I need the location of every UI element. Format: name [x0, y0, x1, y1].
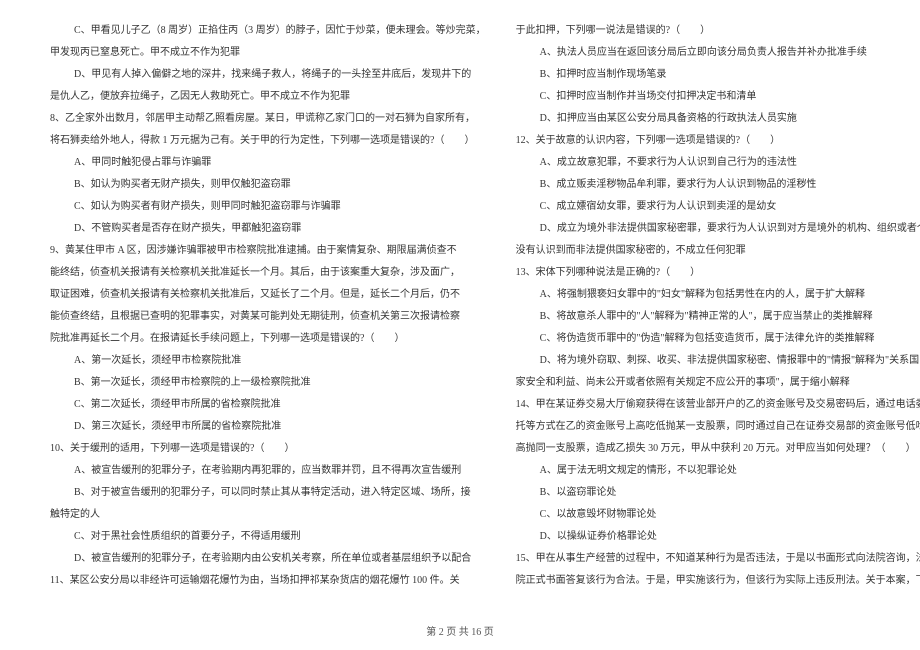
- text-line: C、甲看见儿子乙（8 周岁）正掐住丙（3 周岁）的脖子，因忙于炒菜，便未理会。等…: [50, 20, 486, 42]
- text-line: A、第一次延长，须经甲市检察院批准: [50, 350, 486, 372]
- text-line: D、以操纵证券价格罪论处: [516, 526, 920, 548]
- text-line: 托等方式在乙的资金账号上高吃低抛某一支股票，同时通过自己在证券交易部的资金账号低…: [516, 416, 920, 438]
- text-line: 院正式书面答复该行为合法。于是，甲实施该行为，但该行为实际上违反刑法。关于本案，…: [516, 570, 920, 592]
- text-line: A、被宣告缓刑的犯罪分子，在考验期内再犯罪的，应当数罪并罚，且不得再次宣告缓刑: [50, 460, 486, 482]
- text-line: C、如认为购买者有财产损失，则甲同时触犯盗窃罪与诈骗罪: [50, 196, 486, 218]
- text-line: D、成立为境外非法提供国家秘密罪，要求行为人认识到对方是境外的机构、组织或者个人…: [516, 218, 920, 240]
- text-line: C、成立嫖宿幼女罪，要求行为人认识到卖淫的是幼女: [516, 196, 920, 218]
- text-line: D、第三次延长，须经甲市所属的省检察院批准: [50, 416, 486, 438]
- text-line: B、以盗窃罪论处: [516, 482, 920, 504]
- text-line: 15、甲在从事生产经营的过程中，不知道某种行为是否违法，于是以书面形式向法院咨询…: [516, 548, 920, 570]
- text-line: 8、乙全家外出数月，邻居甲主动帮乙照看房屋。某日，甲谎称乙家门口的一对石狮为自家…: [50, 108, 486, 130]
- text-line: C、将伪造货币罪中的"伪造"解释为包括变造货币，属于法律允许的类推解释: [516, 328, 920, 350]
- text-line: 于此扣押，下列哪一说法是错误的?（ ）: [516, 20, 920, 42]
- text-line: B、将故意杀人罪中的"人"解释为"精神正常的人"，属于应当禁止的类推解释: [516, 306, 920, 328]
- text-line: A、将强制猥亵妇女罪中的"妇女"解释为包括男性在内的人，属于扩大解释: [516, 284, 920, 306]
- text-line: 能侦查终结，且根据已查明的犯罪事实，对黄某可能判处无期徒刑，侦查机关第三次报请检…: [50, 306, 486, 328]
- text-line: B、如认为购买者无财产损失，则甲仅触犯盗窃罪: [50, 174, 486, 196]
- text-line: 没有认识到而非法提供国家秘密的，不成立任何犯罪: [516, 240, 920, 262]
- text-line: 家安全和利益、尚未公开或者依照有关规定不应公开的事项"，属于缩小解释: [516, 372, 920, 394]
- text-line: C、对于黑社会性质组织的首要分子，不得适用缓刑: [50, 526, 486, 548]
- text-line: 11、某区公安分局以非经许可运输烟花爆竹为由，当场扣押祁某杂货店的烟花爆竹 10…: [50, 570, 486, 592]
- text-line: C、以故意毁坏财物罪论处: [516, 504, 920, 526]
- text-line: 14、甲在某证券交易大厅偷窥获得在该营业部开户的乙的资金账号及交易密码后，通过电…: [516, 394, 920, 416]
- text-line: A、属于法无明文规定的情形，不以犯罪论处: [516, 460, 920, 482]
- text-line: 取证困难，侦查机关报请有关检察机关批准后，又延长了二个月。但是，延长二个月后，仍…: [50, 284, 486, 306]
- page-footer: 第 2 页 共 16 页: [0, 623, 920, 638]
- text-line: D、将为境外窃取、刺探、收买、非法提供国家秘密、情报罪中的"情报"解释为"关系国: [516, 350, 920, 372]
- right-column: 于此扣押，下列哪一说法是错误的?（ ）A、执法人员应当在返回该分局后立即向该分局…: [516, 20, 920, 620]
- page-body: C、甲看见儿子乙（8 周岁）正掐住丙（3 周岁）的脖子，因忙于炒菜，便未理会。等…: [0, 0, 920, 650]
- left-column: C、甲看见儿子乙（8 周岁）正掐住丙（3 周岁）的脖子，因忙于炒菜，便未理会。等…: [50, 20, 486, 620]
- text-line: 是仇人乙，便放弃拉绳子，乙因无人救助死亡。甲不成立不作为犯罪: [50, 86, 486, 108]
- text-line: A、执法人员应当在返回该分局后立即向该分局负责人报告并补办批准手续: [516, 42, 920, 64]
- text-line: 将石狮卖给外地人，得款 1 万元据为己有。关于甲的行为定性，下列哪一选项是错误的…: [50, 130, 486, 152]
- text-line: C、第二次延长，须经甲市所属的省检察院批准: [50, 394, 486, 416]
- text-line: B、扣押时应当制作现场笔录: [516, 64, 920, 86]
- text-line: 10、关于缓刑的适用，下列哪一选项是错误的?（ ）: [50, 438, 486, 460]
- text-line: A、成立故意犯罪，不要求行为人认识到自己行为的违法性: [516, 152, 920, 174]
- text-line: D、被宣告缓刑的犯罪分子，在考验期内由公安机关考察，所在单位或者基层组织予以配合: [50, 548, 486, 570]
- text-line: 院批准再延长二个月。在报请延长手续问题上，下列哪一选项是错误的?（ ）: [50, 328, 486, 350]
- text-line: C、扣押时应当制作并当场交付扣押决定书和清单: [516, 86, 920, 108]
- text-line: D、扣押应当由某区公安分局具备资格的行政执法人员实施: [516, 108, 920, 130]
- text-line: 9、黄某住甲市 A 区，因涉嫌诈骗罪被甲市检察院批准逮捕。由于案情复杂、期限届满…: [50, 240, 486, 262]
- text-line: 12、关于故意的认识内容，下列哪一选项是错误的?（ ）: [516, 130, 920, 152]
- text-line: 甲发现丙已窒息死亡。甲不成立不作为犯罪: [50, 42, 486, 64]
- text-line: B、第一次延长，须经甲市检察院的上一级检察院批准: [50, 372, 486, 394]
- text-line: D、甲见有人掉入偏僻之地的深井，找来绳子救人，将绳子的一头拴至井底后，发现井下的: [50, 64, 486, 86]
- text-line: 触特定的人: [50, 504, 486, 526]
- text-line: B、对于被宣告缓刑的犯罪分子，可以同时禁止其从事特定活动，进入特定区域、场所，接: [50, 482, 486, 504]
- text-line: A、甲同时触犯侵占罪与诈骗罪: [50, 152, 486, 174]
- text-line: 高抛同一支股票，造成乙损失 30 万元，甲从中获利 20 万元。对甲应当如何处理…: [516, 438, 920, 460]
- text-line: B、成立贩卖淫秽物品牟利罪，要求行为人认识到物品的淫秽性: [516, 174, 920, 196]
- text-line: D、不管购买者是否存在财产损失，甲都触犯盗窃罪: [50, 218, 486, 240]
- text-line: 13、宋体下列哪种说法是正确的?（ ）: [516, 262, 920, 284]
- text-line: 能终结，侦查机关报请有关检察机关批准延长一个月。其后，由于该案重大复杂，涉及面广…: [50, 262, 486, 284]
